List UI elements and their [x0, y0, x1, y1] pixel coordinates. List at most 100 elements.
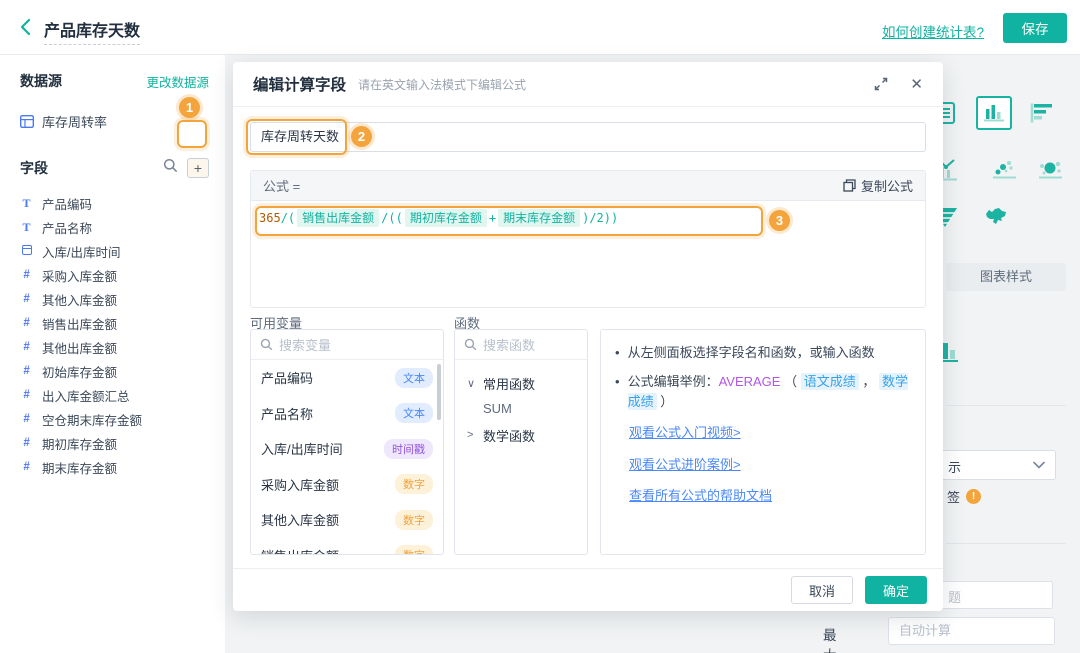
scatter-chart-icon[interactable] — [990, 158, 1018, 187]
sidebar-field-label: 入库/出库时间 — [42, 245, 121, 260]
max-value-input[interactable]: 自动计算 — [888, 617, 1055, 645]
sidebar-field-label: 期初库存金额 — [42, 437, 118, 452]
function-group[interactable]: > 数学函数 — [467, 422, 575, 448]
title-placeholder-fragment: 题 — [948, 590, 962, 605]
change-datasource-link[interactable]: 更改数据源 — [146, 72, 209, 91]
page: 产品库存天数 如何创建统计表? 保存 数据源 更改数据源 库存周转率 字段 + … — [0, 0, 1080, 653]
field-type-number-icon: # — [23, 341, 30, 353]
bullet-icon: • — [615, 345, 620, 360]
page-title[interactable]: 产品库存天数 — [44, 17, 141, 45]
sidebar-field-item[interactable]: T 产品名称 — [20, 215, 209, 239]
annotation-badge-3: 3 — [769, 210, 790, 231]
sidebar-field-label: 销售出库金额 — [42, 317, 118, 332]
formula-field-chip[interactable]: 期初库存金额 — [404, 209, 487, 227]
search-icon[interactable] — [163, 158, 178, 178]
variable-name: 入库/出库时间 — [261, 442, 343, 458]
sidebar-field-item[interactable]: # 空仓期末库存金额 — [20, 407, 209, 431]
help-panel: • 从左侧面板选择字段名和函数，或输入函数 • 公式编辑举例：AVERAGE （… — [600, 329, 926, 555]
sidebar-field-item[interactable]: # 出入库金额汇总 — [20, 383, 209, 407]
variables-panel: 搜索变量 产品编码 文本 产品名称 文本 入库/出库时间 时间戳 采购入库金额 数字 其他入库金… — [250, 329, 444, 555]
function-item[interactable]: SUM — [467, 396, 575, 422]
field-type-text-icon: T — [22, 219, 31, 234]
help-link-item[interactable]: 查看所有公式的帮助文档 — [629, 486, 911, 506]
sidebar-field-item[interactable]: # 期初库存金额 — [20, 431, 209, 455]
formula-editor: 公式 = 复制公式 365/(销售出库金额/((期初库存金额 + 期末库存金额)/2… — [250, 170, 926, 308]
variable-name: 采购入库金额 — [261, 477, 340, 493]
cancel-button[interactable]: 取消 — [791, 576, 853, 604]
variable-item[interactable]: 产品名称 文本 — [251, 396, 443, 432]
add-field-button[interactable]: + — [187, 158, 209, 178]
variable-type-tag: 文本 — [395, 403, 433, 424]
annotation-badge-2: 2 — [351, 126, 372, 147]
variable-type-tag: 文本 — [395, 367, 433, 388]
example-field-chip: 语文成绩 — [800, 373, 859, 391]
close-icon[interactable]: ✕ — [910, 75, 923, 93]
bullet-icon: • — [615, 374, 620, 390]
field-type-calendar-icon — [20, 244, 33, 258]
table-icon — [20, 115, 34, 128]
variable-name: 销售出库金额 — [261, 546, 339, 554]
formula-expression[interactable]: 365/(销售出库金额/((期初库存金额 + 期末库存金额)/2)) — [251, 201, 925, 234]
functions-panel: 搜索函数 ∨ 常用函数 SUM > 数学函数 — [454, 329, 588, 555]
datasource-item[interactable]: 库存周转率 — [20, 112, 209, 131]
sidebar-field-item[interactable]: # 采购入库金额 — [20, 263, 209, 287]
sidebar-field-item[interactable]: # 其他出库金额 — [20, 335, 209, 359]
bar-chart-icon-selected[interactable] — [976, 96, 1012, 130]
sidebar-field-label: 初始库存金额 — [42, 365, 118, 380]
help-link-item[interactable]: 观看公式进阶案例> — [629, 455, 911, 475]
formula-token: )/2)) — [582, 211, 619, 225]
variable-item[interactable]: 产品编码 文本 — [251, 360, 443, 396]
sidebar-field-label: 空仓期末库存金额 — [42, 413, 143, 428]
sidebar-field-label: 采购入库金额 — [42, 269, 118, 284]
sidebar-field-list: T 产品编码 T 产品名称 入库/出库时间 # 采购入库金额 # 其他入库金额 # 销售出库金额 # 其… — [20, 191, 209, 479]
chevron-expanded-icon: ∨ — [467, 377, 476, 390]
function-group[interactable]: ∨ 常用函数 — [467, 370, 575, 396]
datasource-item-label: 库存周转率 — [42, 115, 108, 130]
formula-field-chip[interactable]: 期末库存金额 — [498, 209, 581, 227]
china-map-icon[interactable] — [982, 206, 1008, 233]
field-type-number-icon: # — [23, 413, 30, 425]
sidebar-field-item[interactable]: # 销售出库金额 — [20, 311, 209, 335]
variable-name: 产品编码 — [261, 371, 314, 387]
variable-item[interactable]: 销售出库金额 数字 — [251, 538, 443, 554]
variable-item[interactable]: 入库/出库时间 时间戳 — [251, 431, 443, 467]
sidebar-field-item[interactable]: 入库/出库时间 — [20, 239, 209, 263]
copy-formula-button[interactable]: 复制公式 — [843, 176, 913, 195]
variable-item[interactable]: 其他入库金额 数字 — [251, 502, 443, 538]
variable-item[interactable]: 采购入库金额 数字 — [251, 467, 443, 503]
function-search-input[interactable]: 搜索函数 — [455, 330, 587, 360]
annotation-badge-1: 1 — [179, 97, 200, 118]
function-tree: ∨ 常用函数 SUM > 数学函数 — [455, 360, 587, 458]
help-bullet-1: • 从左侧面板选择字段名和函数，或输入函数 — [615, 343, 911, 363]
modal-title: 编辑计算字段 — [253, 77, 347, 94]
field-type-number-icon: # — [23, 365, 30, 377]
select-value-fragment: 示 — [948, 460, 962, 475]
expand-icon[interactable] — [874, 77, 888, 91]
help-link-item[interactable]: 观看公式入门视频> — [629, 423, 911, 443]
sidebar-field-item[interactable]: T 产品编码 — [20, 191, 209, 215]
formula-field-chip[interactable]: 销售出库金额 — [297, 209, 380, 227]
sidebar-field-label: 产品名称 — [42, 221, 93, 236]
function-group-label: 数学函数 — [483, 428, 536, 444]
formula-token: 365 — [259, 211, 281, 225]
sidebar-field-item[interactable]: # 初始库存金额 — [20, 359, 209, 383]
tab-chart-style[interactable]: 图表样式 — [946, 263, 1066, 291]
search-icon — [260, 338, 273, 351]
bubble-chart-icon[interactable] — [1036, 158, 1064, 187]
sidebar-field-item[interactable]: # 期末库存金额 — [20, 455, 209, 479]
scrollbar[interactable] — [437, 364, 441, 420]
variable-name: 产品名称 — [261, 406, 314, 422]
variable-search-input[interactable]: 搜索变量 — [251, 330, 443, 360]
variable-list: 产品编码文本产品名称文本入库/出库时间时间戳采购入库金额数字其他入库金额数字销售… — [251, 360, 443, 554]
help-bullet-2: • 公式编辑举例：AVERAGE （ 语文成绩 ， 数学成绩 ） — [615, 372, 911, 412]
save-button[interactable]: 保存 — [1003, 13, 1067, 43]
sidebar-field-item[interactable]: # 其他入库金额 — [20, 287, 209, 311]
horizontal-bar-chart-icon[interactable] — [1030, 102, 1056, 129]
modal-subtitle: 请在英文输入法模式下编辑公式 — [358, 77, 527, 92]
help-create-table-link[interactable]: 如何创建统计表? — [882, 21, 984, 41]
variable-search-placeholder: 搜索变量 — [279, 338, 332, 353]
confirm-button[interactable]: 确定 — [865, 576, 927, 604]
back-icon[interactable] — [16, 17, 36, 37]
field-type-number-icon: # — [23, 437, 30, 449]
sidebar: 数据源 更改数据源 库存周转率 字段 + T 产品编码 T 产品名称 入库/出库时间 # 采… — [0, 55, 225, 653]
